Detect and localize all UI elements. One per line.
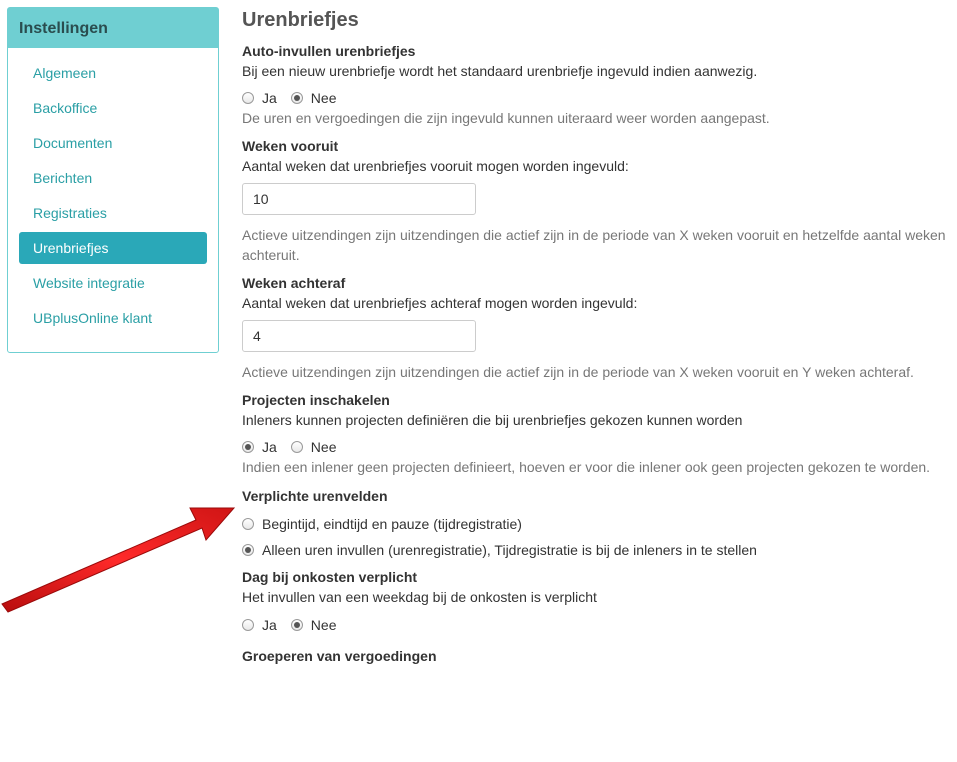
weeks-ahead-title: Weken vooruit [242, 138, 339, 154]
sidebar-item-ubplusonline-klant[interactable]: UBplusOnline klant [19, 302, 207, 334]
group-expenses-section: Groeperen van vergoedingen [242, 647, 957, 665]
settings-content: Urenbriefjes Auto-invullen urenbriefjes … [242, 0, 957, 665]
required-fields-title: Verplichte urenvelden [242, 488, 388, 504]
red-arrow-icon [1, 507, 236, 613]
weeks-ahead-section: Weken vooruit Aantal weken dat urenbrief… [242, 137, 957, 265]
sidebar-item-urenbriefjes[interactable]: Urenbriefjes [19, 232, 207, 264]
projects-options: Ja Nee [242, 437, 957, 457]
sidebar-item-documenten[interactable]: Documenten [19, 127, 207, 159]
projects-no-radio[interactable] [290, 441, 303, 453]
day-expenses-yes-label[interactable]: Ja [262, 617, 277, 633]
day-expenses-title: Dag bij onkosten verplicht [242, 569, 418, 585]
required-fields-opt1-label[interactable]: Begintijd, eindtijd en pauze (tijdregist… [262, 516, 522, 532]
auto-fill-yes-radio[interactable] [242, 92, 254, 104]
auto-fill-title: Auto-invullen urenbriefjes [242, 43, 416, 59]
projects-title: Projecten inschakelen [242, 392, 390, 408]
projects-section: Projecten inschakelen Inleners kunnen pr… [242, 391, 957, 477]
weeks-back-input[interactable] [242, 320, 476, 352]
weeks-ahead-input[interactable] [242, 183, 476, 215]
weeks-back-help: Actieve uitzendingen zijn uitzendingen d… [242, 364, 914, 380]
sidebar-item-registraties[interactable]: Registraties [19, 197, 207, 229]
auto-fill-desc: Bij een nieuw urenbriefje wordt het stan… [242, 63, 758, 79]
weeks-ahead-desc: Aantal weken dat urenbriefjes vooruit mo… [242, 158, 629, 174]
day-expenses-options: Ja Nee [242, 615, 957, 635]
day-expenses-no-radio[interactable] [290, 619, 303, 631]
day-expenses-section: Dag bij onkosten verplicht Het invullen … [242, 568, 957, 635]
projects-desc: Inleners kunnen projecten definiëren die… [242, 412, 743, 428]
required-fields-section: Verplichte urenvelden Begintijd, eindtij… [242, 487, 957, 560]
sidebar-item-backoffice[interactable]: Backoffice [19, 92, 207, 124]
required-fields-opt1-radio[interactable] [242, 518, 254, 530]
auto-fill-yes-label[interactable]: Ja [262, 90, 277, 106]
auto-fill-section: Auto-invullen urenbriefjes Bij een nieuw… [242, 42, 957, 128]
weeks-back-desc: Aantal weken dat urenbriefjes achteraf m… [242, 295, 638, 311]
sidebar-title: Instellingen [8, 8, 218, 48]
weeks-back-title: Weken achteraf [242, 275, 346, 291]
auto-fill-no-radio[interactable] [290, 92, 303, 104]
day-expenses-no-label[interactable]: Nee [311, 617, 337, 633]
required-fields-opt2-radio[interactable] [242, 544, 254, 556]
weeks-ahead-help: Actieve uitzendingen zijn uitzendingen d… [242, 227, 946, 263]
required-fields-opt2-label[interactable]: Alleen uren invullen (urenregistratie), … [262, 542, 757, 558]
projects-yes-radio[interactable] [242, 441, 254, 453]
day-expenses-desc: Het invullen van een weekdag bij de onko… [242, 589, 597, 605]
weeks-back-section: Weken achteraf Aantal weken dat urenbrie… [242, 274, 957, 382]
sidebar-item-berichten[interactable]: Berichten [19, 162, 207, 194]
required-fields-option-1: Begintijd, eindtijd en pauze (tijdregist… [242, 514, 957, 534]
auto-fill-help: De uren en vergoedingen die zijn ingevul… [242, 110, 770, 126]
group-expenses-title: Groeperen van vergoedingen [242, 648, 437, 664]
sidebar-item-algemeen[interactable]: Algemeen [19, 57, 207, 89]
sidebar-nav: Algemeen Backoffice Documenten Berichten… [8, 48, 218, 334]
projects-no-label[interactable]: Nee [311, 439, 337, 455]
auto-fill-no-label[interactable]: Nee [311, 90, 337, 106]
auto-fill-options: Ja Nee [242, 88, 957, 108]
projects-help: Indien een inlener geen projecten defini… [242, 459, 931, 475]
sidebar-item-website-integratie[interactable]: Website integratie [19, 267, 207, 299]
settings-sidebar: Instellingen Algemeen Backoffice Documen… [7, 7, 219, 353]
required-fields-option-2: Alleen uren invullen (urenregistratie), … [242, 540, 957, 560]
day-expenses-yes-radio[interactable] [242, 619, 254, 631]
page-title: Urenbriefjes [242, 9, 359, 31]
projects-yes-label[interactable]: Ja [262, 439, 277, 455]
